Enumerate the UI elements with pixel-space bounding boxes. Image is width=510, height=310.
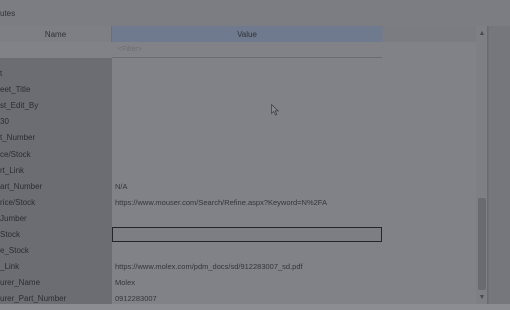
bottom-edge [0, 304, 510, 310]
value-editor-input[interactable] [112, 227, 382, 242]
row-name-cell[interactable]: e_Stock [0, 243, 112, 259]
table-row[interactable]: Stock [0, 227, 476, 243]
scroll-down-icon[interactable]: ▼ [476, 292, 487, 302]
attributes-grid: Name Value <Filter> t eet_Title st_Edit_By… [0, 26, 488, 304]
row-name-cell[interactable]: art_Number [0, 179, 112, 195]
row-name-cell[interactable]: _Link [0, 259, 112, 275]
row-name-cell[interactable]: 30 [0, 114, 112, 130]
window-title-bar: utes [0, 0, 510, 26]
row-value-cell[interactable] [115, 130, 381, 146]
table-row[interactable]: _Link https://www.molex.com/pdm_docs/sd/9… [0, 259, 476, 275]
row-value-cell[interactable]: Molex [115, 275, 381, 291]
row-value-cell[interactable] [115, 243, 381, 259]
table-row[interactable]: rt_Link [0, 163, 476, 179]
row-value-cell[interactable] [115, 66, 381, 82]
scrollbar-thumb[interactable] [478, 198, 486, 290]
table-row[interactable]: t_Number [0, 130, 476, 146]
row-name-cell[interactable]: eet_Title [0, 82, 112, 98]
row-value-cell[interactable]: 0912283007 [115, 291, 381, 304]
row-name-cell[interactable]: urer_Name [0, 275, 112, 291]
row-value-cell[interactable] [115, 114, 381, 130]
row-name-cell[interactable]: rice/Stock [0, 195, 112, 211]
table-row[interactable]: st_Edit_By [0, 98, 476, 114]
row-value-cell[interactable] [115, 147, 381, 163]
row-name-cell[interactable]: Stock [0, 227, 112, 243]
side-panel-edge [489, 26, 510, 304]
row-value-cell[interactable] [115, 82, 381, 98]
value-filter-input[interactable]: <Filter> [112, 42, 382, 58]
window-title: utes [0, 9, 16, 18]
table-row[interactable]: urer_Part_Number 0912283007 [0, 291, 476, 304]
row-name-cell[interactable]: urer_Part_Number [0, 291, 112, 304]
row-value-cell[interactable]: https://www.mouser.com/Search/Refine.asp… [115, 195, 381, 211]
vertical-scrollbar[interactable]: ▲ ▼ [476, 26, 487, 304]
table-row[interactable]: Jumber [0, 211, 476, 227]
row-value-cell[interactable] [115, 211, 381, 227]
table-row[interactable]: t [0, 66, 476, 82]
table-row[interactable]: 30 [0, 114, 476, 130]
column-header-spacer [382, 26, 476, 42]
scroll-up-icon[interactable]: ▲ [476, 28, 487, 38]
row-name-cell[interactable]: rt_Link [0, 163, 112, 179]
table-row[interactable]: eet_Title [0, 82, 476, 98]
row-name-cell[interactable]: t_Number [0, 130, 112, 146]
row-name-cell[interactable]: ce/Stock [0, 147, 112, 163]
table-row[interactable]: ce/Stock [0, 147, 476, 163]
row-value-cell[interactable] [115, 163, 381, 179]
column-header-value[interactable]: Value [112, 26, 382, 42]
row-value-cell[interactable] [115, 98, 381, 114]
table-row[interactable]: art_Number N/A [0, 179, 476, 195]
table-row[interactable]: e_Stock [0, 243, 476, 259]
table-row[interactable]: rice/Stock https://www.mouser.com/Search/… [0, 195, 476, 211]
row-value-cell[interactable]: N/A [115, 179, 381, 195]
column-header-name[interactable]: Name [0, 26, 112, 42]
row-name-cell[interactable]: t [0, 66, 112, 82]
row-name-cell[interactable]: Jumber [0, 211, 112, 227]
table-row[interactable]: urer_Name Molex [0, 275, 476, 291]
row-value-cell[interactable]: https://www.molex.com/pdm_docs/sd/912283… [115, 259, 381, 275]
row-name-cell[interactable]: st_Edit_By [0, 98, 112, 114]
mouse-cursor-icon [271, 104, 279, 116]
